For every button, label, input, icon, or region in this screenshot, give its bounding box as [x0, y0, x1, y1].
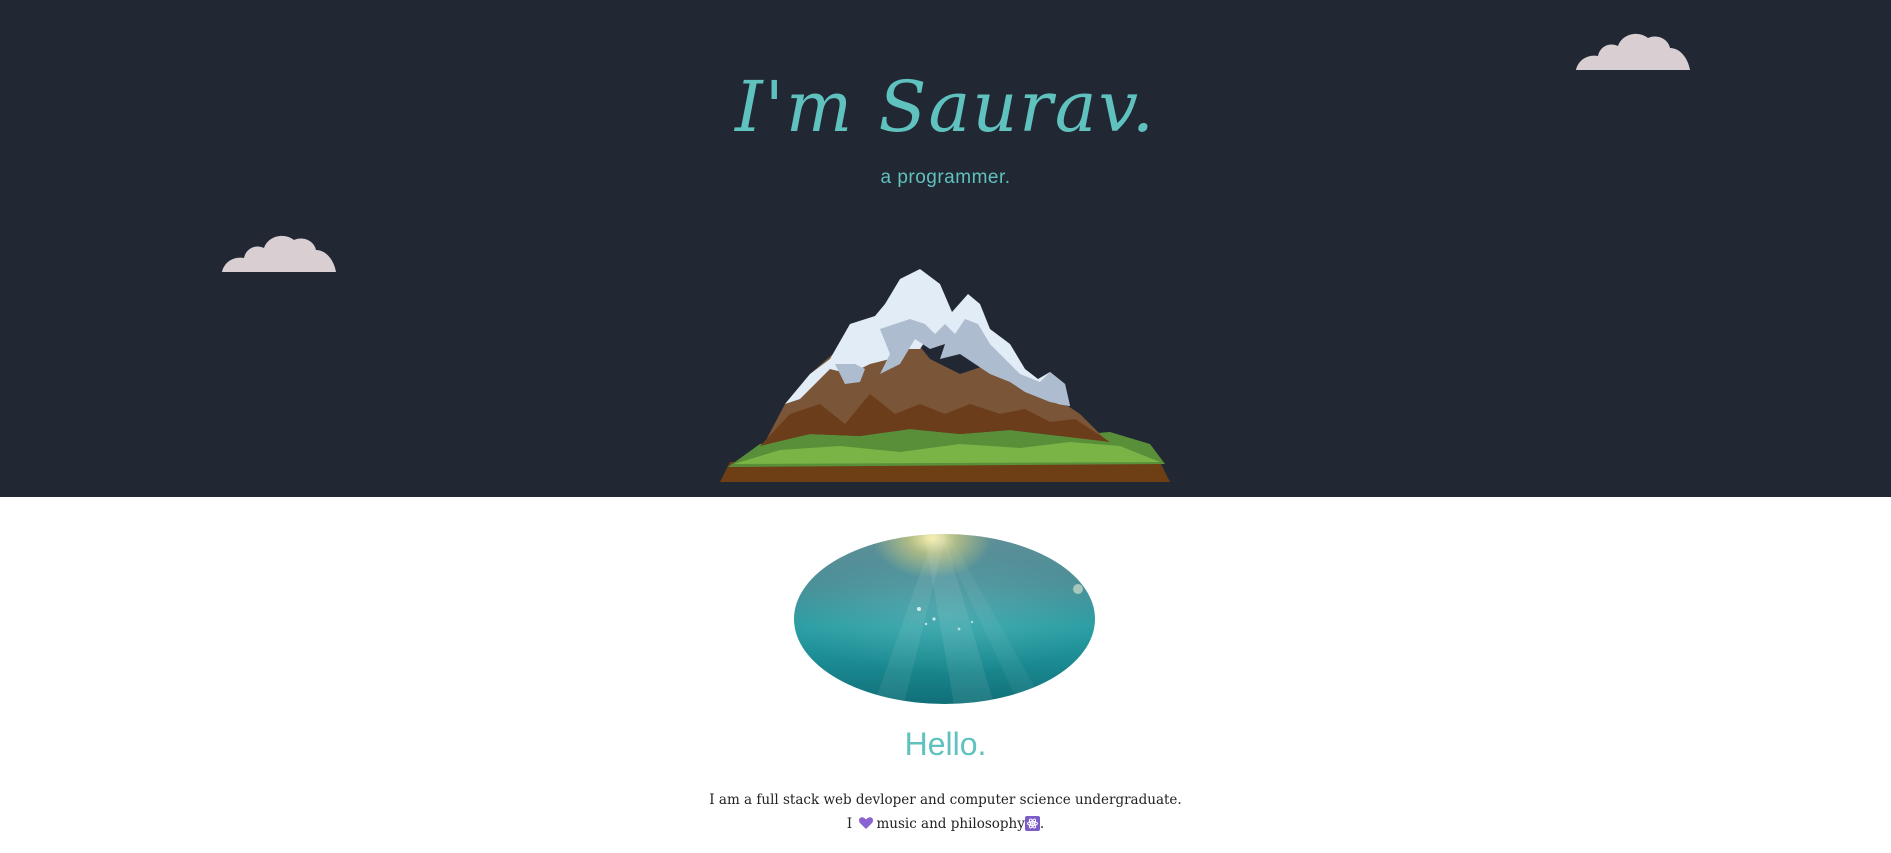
heart-icon: [859, 817, 874, 829]
page-title: I'm Saurav.: [735, 66, 1156, 148]
mountain-illustration: [720, 269, 1170, 482]
cloud-icon: [1576, 33, 1690, 70]
bio-prefix: I: [846, 816, 853, 832]
about-heading: Hello.: [904, 726, 987, 762]
page-subtitle: a programmer.: [880, 167, 1011, 188]
bio-line: I music and philosophy.: [0, 816, 1891, 832]
atom-icon: [1024, 816, 1040, 831]
bio-suffix: .: [1039, 816, 1045, 832]
bio-middle: music and philosophy: [876, 816, 1025, 832]
hero-section: I'm Saurav. a programmer.: [0, 0, 1891, 497]
profile-image: [794, 534, 1095, 704]
bio-line: I am a full stack web devloper and compu…: [709, 792, 1182, 808]
underwater-light-rays: [874, 534, 1083, 704]
cloud-icon: [222, 235, 336, 272]
